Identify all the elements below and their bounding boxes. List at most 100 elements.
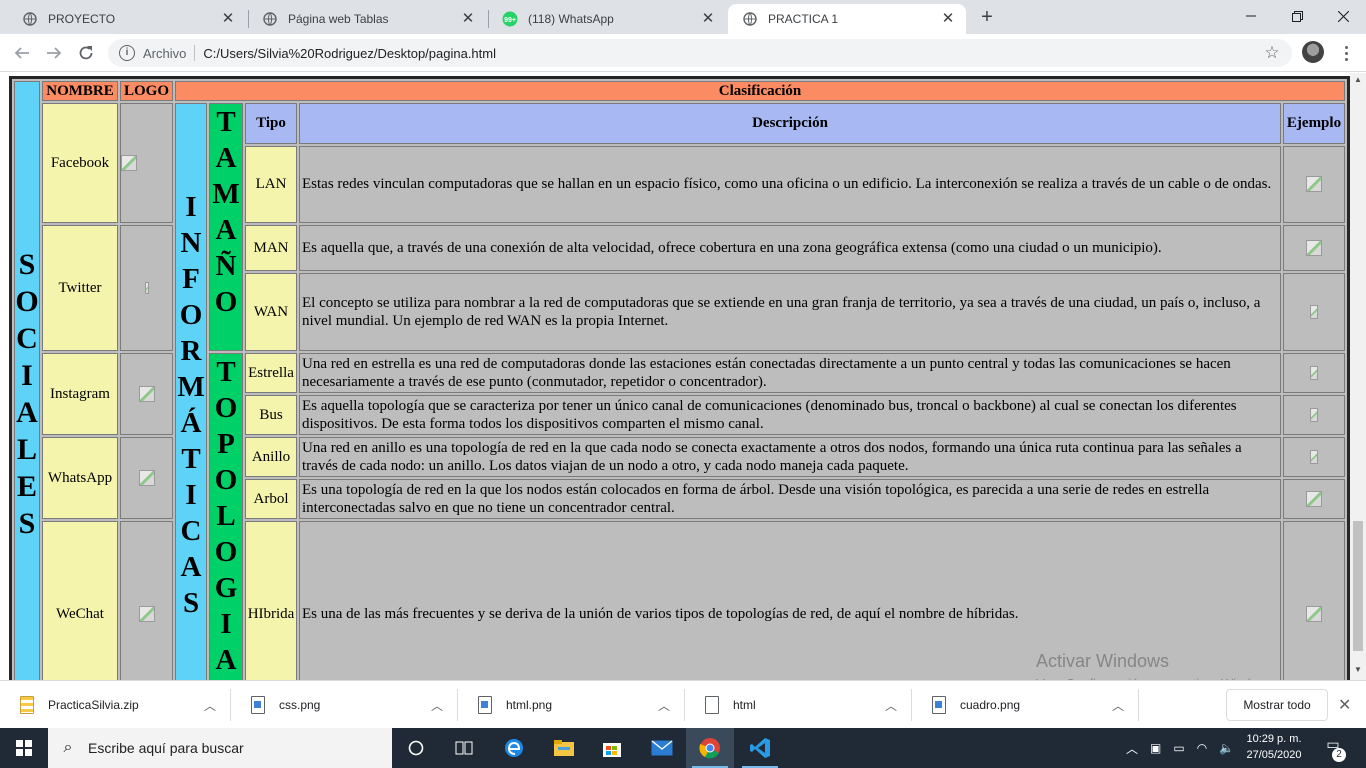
store-icon[interactable]: [588, 728, 636, 768]
chevron-up-icon[interactable]: ︿: [204, 697, 216, 714]
edge-icon[interactable]: [490, 728, 538, 768]
network-type: Anillo: [245, 437, 298, 477]
tamano-vertical-label: T A M A Ñ O: [212, 106, 240, 318]
minimize-button[interactable]: [1228, 0, 1274, 32]
close-tab-icon[interactable]: ✕: [700, 11, 716, 27]
broken-image-icon: [1306, 491, 1322, 508]
address-scheme: Archivo: [143, 45, 187, 61]
chevron-up-icon[interactable]: ︿: [885, 697, 897, 714]
download-item[interactable]: html ︿: [685, 689, 912, 721]
topologia-vertical-label: T O P O L O G I A: [214, 356, 238, 676]
tab-pagina-web-tablas[interactable]: Página web Tablas ✕: [248, 4, 486, 34]
download-item[interactable]: PracticaSilvia.zip ︿: [0, 689, 231, 721]
network-type: WAN: [245, 273, 298, 351]
broken-image-icon: [138, 606, 155, 623]
page-scrollbar[interactable]: ▲ ▼: [1350, 73, 1366, 680]
download-item[interactable]: html.png ︿: [458, 689, 685, 721]
reload-button[interactable]: [74, 41, 98, 65]
network-description: Una red en anillo es una topología de re…: [299, 437, 1281, 477]
sociales-column: S O C I A L E S: [14, 81, 40, 680]
network-example-image: [1283, 353, 1345, 393]
broken-image-icon: [1310, 305, 1318, 320]
classification-table: S O C I A L E S NOMBRE LOGO Clasificació…: [9, 76, 1350, 680]
download-item[interactable]: cuadro.png ︿: [912, 689, 1139, 721]
close-tab-icon[interactable]: ✕: [220, 11, 236, 27]
logo-header: LOGO: [120, 81, 174, 101]
search-icon: ⌕: [63, 739, 73, 756]
notification-center-icon[interactable]: ▭ 2: [1318, 736, 1348, 762]
close-window-button[interactable]: [1320, 0, 1366, 32]
network-example-image: [1283, 479, 1345, 519]
network-example-image: [1283, 225, 1345, 271]
wifi-icon[interactable]: ◠: [1197, 741, 1207, 755]
tray-app-icon[interactable]: ▣: [1150, 741, 1161, 755]
network-type: HIbrida: [245, 521, 298, 680]
network-type: LAN: [245, 145, 298, 223]
new-tab-button[interactable]: +: [976, 6, 998, 28]
file-icon: [705, 696, 719, 714]
network-example-image: [1283, 521, 1345, 680]
forward-button[interactable]: [42, 41, 66, 65]
tab-whatsapp[interactable]: 99+ (118) WhatsApp ✕: [488, 4, 726, 34]
vscode-icon[interactable]: [736, 728, 784, 768]
address-bar[interactable]: i Archivo C:/Users/Silvia%20Rodriguez/De…: [108, 39, 1292, 67]
topologia-column: T O P O L O G I A: [209, 353, 244, 680]
broken-image-icon: [1310, 408, 1318, 423]
scroll-down-icon[interactable]: ▼: [1354, 665, 1362, 674]
search-placeholder: Escribe aquí para buscar: [88, 740, 244, 756]
network-description: Es aquella que, a través de una conexión…: [299, 225, 1281, 271]
notification-count: 2: [1332, 748, 1346, 762]
scrollbar-thumb[interactable]: [1353, 521, 1363, 651]
close-tab-icon[interactable]: ✕: [940, 11, 956, 27]
social-logo-facebook: [120, 103, 174, 223]
chevron-up-icon[interactable]: ︿: [1112, 697, 1124, 714]
back-arrow-icon: [14, 47, 29, 59]
show-all-downloads-button[interactable]: Mostrar todo: [1226, 689, 1328, 721]
page-viewport: S O C I A L E S NOMBRE LOGO Clasificació…: [0, 73, 1350, 680]
browser-menu-icon[interactable]: [1336, 42, 1356, 64]
profile-avatar[interactable]: [1302, 41, 1324, 63]
chevron-up-icon[interactable]: ︿: [658, 697, 670, 714]
social-name-wechat: WeChat: [42, 521, 118, 680]
social-logo-instagram: [120, 353, 174, 435]
file-explorer-icon[interactable]: [540, 728, 588, 768]
back-button[interactable]: [10, 41, 34, 65]
tab-title: PRACTICA 1: [768, 12, 839, 26]
restore-button[interactable]: [1274, 0, 1320, 32]
tab-practica-1[interactable]: PRACTICA 1 ✕: [728, 4, 966, 34]
task-view-icon[interactable]: [440, 728, 488, 768]
tab-proyecto[interactable]: PROYECTO ✕: [8, 4, 246, 34]
volume-icon[interactable]: 🔈: [1219, 741, 1234, 755]
informaticas-column: I N F O R M Á T I C A S: [175, 103, 208, 680]
watermark-title: Activar Windows: [1036, 651, 1170, 671]
network-type: Arbol: [245, 479, 298, 519]
cortana-icon[interactable]: [392, 728, 440, 768]
download-shelf: PracticaSilvia.zip ︿ css.png ︿ html.png …: [0, 680, 1366, 728]
tray-expand-icon[interactable]: ︿: [1126, 740, 1138, 757]
image-file-icon: [932, 696, 946, 714]
chrome-taskbar-icon[interactable]: [686, 728, 734, 768]
network-description: Es aquella topología que se caracteriza …: [299, 395, 1281, 435]
download-item[interactable]: css.png ︿: [231, 689, 458, 721]
chevron-up-icon[interactable]: ︿: [431, 697, 443, 714]
start-button[interactable]: [0, 728, 48, 768]
taskbar-search-box[interactable]: ⌕ Escribe aquí para buscar: [48, 728, 392, 768]
informaticas-vertical-label: I N F O R M Á T I C A S: [177, 191, 205, 619]
social-name-whatsapp: WhatsApp: [42, 437, 118, 519]
battery-icon[interactable]: ▭: [1173, 741, 1184, 755]
reload-icon: [79, 46, 93, 60]
broken-image-icon: [1306, 240, 1322, 257]
scroll-up-icon[interactable]: ▲: [1354, 75, 1362, 84]
close-shelf-icon[interactable]: ✕: [1338, 695, 1351, 715]
info-icon[interactable]: i: [119, 45, 135, 61]
social-name-facebook: Facebook: [42, 103, 118, 223]
taskbar-clock[interactable]: 10:29 p. m. 27/05/2020: [1238, 731, 1310, 763]
network-type: MAN: [245, 225, 298, 271]
network-description: Estas redes vinculan computadoras que se…: [299, 145, 1281, 223]
tab-title: PROYECTO: [48, 12, 116, 26]
mail-icon[interactable]: [638, 728, 686, 768]
network-description: Una red en estrella es una red de comput…: [299, 353, 1281, 393]
social-name-twitter: Twitter: [42, 225, 118, 351]
bookmark-star-icon[interactable]: ☆: [1262, 43, 1282, 63]
close-tab-icon[interactable]: ✕: [460, 11, 476, 27]
